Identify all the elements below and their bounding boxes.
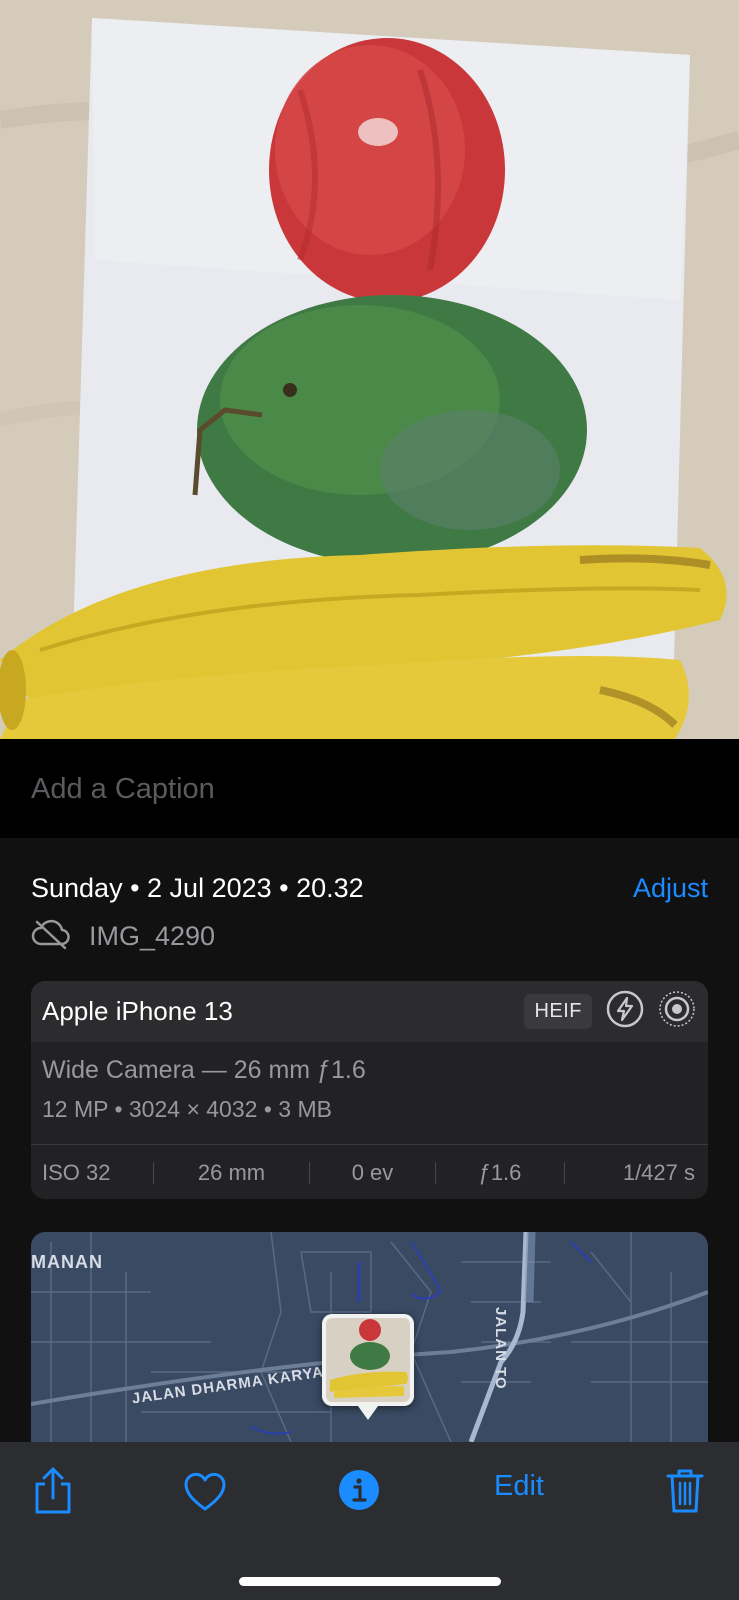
- share-icon[interactable]: [33, 1466, 73, 1521]
- trash-icon[interactable]: [666, 1468, 704, 1519]
- pin-thumbnail: [326, 1318, 410, 1402]
- camera-badges: HEIF: [524, 990, 696, 1033]
- bottom-toolbar: Edit: [0, 1442, 739, 1600]
- map-area-label: MANAN: [31, 1252, 103, 1272]
- info-panel: Sunday • 2 Jul 2023 • 20.32 Adjust IMG_4…: [0, 838, 739, 1442]
- exif-focal-length: 26 mm: [197, 1159, 266, 1185]
- file-row: IMG_4290: [31, 916, 215, 956]
- photo-view[interactable]: [0, 0, 739, 739]
- camera-card-header: Apple iPhone 13 HEIF: [31, 981, 708, 1042]
- caption-area: [0, 739, 739, 838]
- caption-input[interactable]: [31, 769, 691, 809]
- capture-date: Sunday • 2 Jul 2023 • 20.32: [31, 872, 364, 903]
- map-street-label: JALAN TO: [492, 1307, 509, 1390]
- fruit-photo: [0, 0, 739, 739]
- exif-iso: ISO 32: [42, 1159, 111, 1185]
- home-indicator: [239, 1577, 501, 1586]
- heart-icon[interactable]: [183, 1472, 227, 1517]
- camera-info-card: Apple iPhone 13 HEIF Wide Camera — 26 mm…: [31, 981, 708, 1199]
- flash-icon: [606, 990, 644, 1033]
- adjust-date-button[interactable]: Adjust: [633, 873, 708, 904]
- info-icon[interactable]: [338, 1469, 380, 1516]
- exif-exposure-value: 0 ev: [351, 1159, 394, 1185]
- camera-model: Apple iPhone 13: [42, 996, 233, 1026]
- file-name: IMG_4290: [89, 920, 216, 951]
- lens-info: Wide Camera — 26 mm ƒ1.6: [42, 1056, 366, 1084]
- image-specs: 12 MP • 3024 × 4032 • 3 MB: [42, 1096, 332, 1122]
- exif-aperture: ƒ1.6: [478, 1159, 522, 1185]
- cloud-slash-icon: [31, 918, 71, 955]
- photo-location-pin[interactable]: [322, 1314, 414, 1420]
- format-badge: HEIF: [524, 994, 592, 1029]
- location-map[interactable]: MANAN JALAN DHARMA KARYA JALAN TO: [31, 1232, 708, 1442]
- exif-row: ISO 32 26 mm 0 ev ƒ1.6 1/427 s: [31, 1144, 708, 1199]
- live-photo-icon: [658, 990, 696, 1033]
- edit-button[interactable]: Edit: [494, 1470, 544, 1503]
- date-row: Sunday • 2 Jul 2023 • 20.32 Adjust: [31, 868, 708, 908]
- exif-shutter-speed: 1/427 s: [622, 1159, 695, 1185]
